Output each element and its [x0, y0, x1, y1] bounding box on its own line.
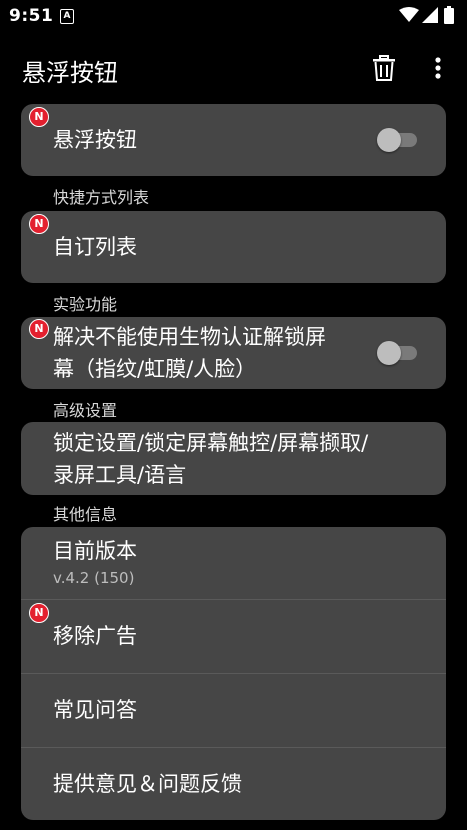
feedback-label: 提供意见＆问题反馈	[53, 772, 242, 796]
new-badge: N	[29, 603, 49, 623]
custom-list-label: 自订列表	[53, 235, 137, 259]
more-options-button[interactable]	[426, 52, 450, 84]
signal-icon	[422, 7, 438, 23]
advanced-settings-label-line1: 锁定设置/锁定屏幕触控/屏幕撷取/	[53, 431, 369, 455]
status-time: 9:51	[9, 6, 54, 26]
notification-a-icon: A	[60, 9, 74, 24]
remove-ads-label: 移除广告	[53, 624, 137, 648]
new-badge: N	[29, 107, 49, 127]
wifi-icon	[399, 7, 419, 22]
floating-button-label: 悬浮按钮	[53, 128, 137, 152]
toggle-thumb	[377, 341, 401, 365]
version-value: v.4.2 (150)	[53, 569, 135, 587]
advanced-settings-card[interactable]: 锁定设置/锁定屏幕触控/屏幕撷取/ 录屏工具/语言	[21, 422, 446, 495]
section-header-shortcuts: 快捷方式列表	[53, 188, 150, 207]
biometric-unlock-label-line2: 幕（指纹/虹膜/人脸）	[53, 357, 257, 381]
biometric-unlock-card[interactable]: 解决不能使用生物认证解锁屏 幕（指纹/虹膜/人脸）	[21, 317, 446, 389]
section-header-experimental: 实验功能	[53, 295, 118, 314]
app-bar: 悬浮按钮	[0, 32, 467, 104]
custom-list-card[interactable]: 自订列表	[21, 211, 446, 283]
more-vert-icon	[435, 57, 441, 79]
biometric-unlock-toggle[interactable]	[377, 341, 417, 365]
section-header-advanced: 高级设置	[53, 401, 118, 420]
version-label: 目前版本	[53, 539, 137, 563]
new-badge: N	[29, 214, 49, 234]
page-title: 悬浮按钮	[22, 59, 118, 87]
status-bar: 9:51 A	[0, 0, 467, 32]
advanced-settings-label-line2: 录屏工具/语言	[53, 463, 187, 487]
battery-icon	[444, 6, 454, 24]
feedback-row[interactable]: 提供意见＆问题反馈	[21, 748, 446, 820]
faq-row[interactable]: 常见问答	[21, 674, 446, 747]
section-header-other: 其他信息	[53, 505, 118, 524]
floating-button-toggle[interactable]	[377, 128, 417, 152]
screen: 9:51 A 悬浮按钮 悬浮按钮 N 快捷方式列表 自订列表 N 实验功能 解决…	[0, 0, 467, 830]
trash-icon	[373, 55, 395, 81]
new-badge: N	[29, 319, 49, 339]
delete-button[interactable]	[368, 52, 400, 84]
version-row[interactable]: 目前版本 v.4.2 (150)	[21, 527, 446, 599]
faq-label: 常见问答	[53, 698, 137, 722]
remove-ads-row[interactable]: 移除广告	[21, 600, 446, 673]
toggle-thumb	[377, 128, 401, 152]
other-info-card: 目前版本 v.4.2 (150) 移除广告 常见问答 提供意见＆问题反馈	[21, 527, 446, 820]
biometric-unlock-label-line1: 解决不能使用生物认证解锁屏	[53, 325, 326, 349]
floating-button-card[interactable]: 悬浮按钮	[21, 104, 446, 176]
